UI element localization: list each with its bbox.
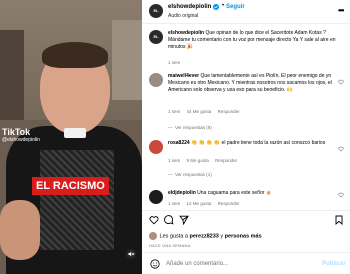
video-person-hair [42, 42, 108, 68]
liker-username[interactable]: perezz8233 [190, 233, 219, 239]
bookmark-icon[interactable] [334, 215, 344, 225]
video-clerical-collar [64, 128, 86, 138]
comment-username[interactable]: rosa8224 [168, 140, 190, 146]
tiktok-logo: TikTok [2, 127, 31, 137]
comment-likes[interactable]: 9 Me gusta [187, 158, 209, 163]
audio-link[interactable]: Audio original [168, 13, 198, 19]
comment-input[interactable]: Añade un comentario... [166, 261, 228, 267]
emoji-icon[interactable] [150, 259, 160, 269]
comment-time: 1 sem [168, 109, 181, 114]
publish-button[interactable]: Publicar [322, 261, 346, 267]
heart-icon[interactable] [338, 79, 344, 85]
video-cassock-pattern [40, 150, 114, 250]
reply-button[interactable]: Responder [218, 201, 240, 206]
video-window [112, 20, 142, 100]
avatar[interactable]: EL SHOW [149, 4, 163, 18]
video-player[interactable]: TikTok @elshowdepiolin EL RACISMO [0, 0, 142, 274]
speaker-muted-icon[interactable] [126, 249, 136, 259]
avatar [149, 232, 157, 240]
avatar[interactable]: EL SHOW [149, 30, 163, 44]
comment-time: 1 sem [168, 158, 181, 163]
post-header: EL SHOW elshowdepiolin • Seguir Audio or… [142, 0, 350, 24]
comment-username[interactable]: eldjdepiolin [168, 190, 196, 196]
reply-button[interactable]: Responder [218, 109, 240, 114]
heart-icon[interactable] [338, 192, 344, 198]
comment-time: 1 sem [168, 201, 181, 206]
comment-text: 👏 👏 👏 👏 el padre tiene toda la razón así… [189, 140, 326, 146]
share-paper-plane-icon[interactable] [179, 215, 189, 225]
comment-text: Una caguama para este señor 🍺 [195, 190, 273, 196]
post-panel: EL SHOW elshowdepiolin • Seguir Audio or… [142, 0, 350, 274]
video-person-hand [0, 200, 40, 260]
avatar[interactable] [149, 140, 163, 154]
post-date: HACE UNA SEMANA [149, 243, 191, 248]
like-heart-icon[interactable] [149, 215, 159, 225]
reply-button[interactable]: Responder [215, 158, 237, 163]
video-shelf [0, 30, 24, 120]
view-replies-button[interactable]: Ver respuestas (8) [175, 125, 212, 130]
comment-likes[interactable]: 44 Me gusta [187, 109, 212, 114]
comment-likes[interactable]: 12 Me gusta [187, 201, 212, 206]
avatar[interactable] [149, 190, 163, 204]
likes-summary: Les gusta a perezz8233 y personas más [149, 232, 262, 240]
verified-badge-icon [213, 4, 219, 10]
add-comment-bar: Añade un comentario... Publicar [142, 252, 350, 274]
caption-username[interactable]: elshowdepiolin [168, 30, 204, 36]
video-caption: EL RACISMO [32, 177, 109, 195]
comment-bubble-icon[interactable] [164, 215, 174, 225]
view-replies-button[interactable]: Ver respuestas (1) [175, 172, 212, 177]
tiktok-username: @elshowdepiolin [2, 137, 40, 143]
caption-time: 1 sem [168, 60, 181, 65]
avatar[interactable] [149, 73, 163, 87]
comment-username[interactable]: maiwell4ever [168, 73, 199, 79]
separator-dot: • [222, 3, 225, 9]
post-username[interactable]: elshowdepiolin [168, 4, 211, 10]
other-likers-link[interactable]: personas más [225, 233, 262, 239]
more-options-icon[interactable]: ••• [338, 6, 344, 15]
follow-button[interactable]: Seguir [226, 4, 245, 10]
heart-icon[interactable] [338, 146, 344, 152]
action-bar [142, 210, 350, 230]
